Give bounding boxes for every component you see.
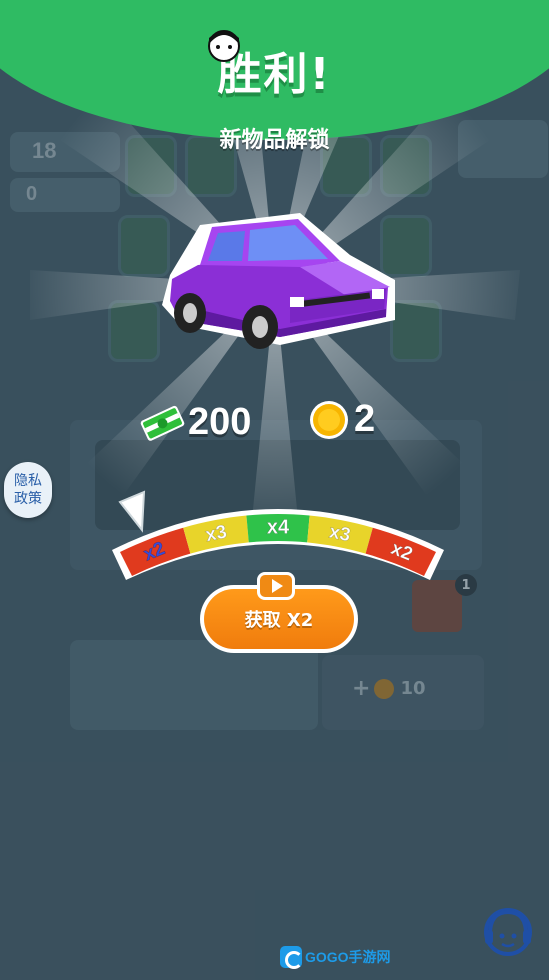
multiplier-pointer bbox=[118, 490, 146, 533]
avatar-icon bbox=[208, 30, 240, 62]
customer-support-icon[interactable] bbox=[480, 904, 536, 964]
watermark-logo-icon bbox=[280, 946, 303, 969]
privacy-policy-button[interactable]: 隐私政策 bbox=[4, 462, 52, 518]
game-screen: 18 0 1 + 10 胜利! 新物品解锁 200 2 x2 x3 x4 x3 … bbox=[0, 0, 549, 980]
cash-amount: 200 bbox=[188, 400, 252, 443]
victory-title: 胜利! bbox=[217, 49, 332, 100]
cash-stack-icon bbox=[140, 405, 185, 441]
watermark-text: GOGO手游网 bbox=[305, 949, 391, 965]
unlock-subtitle: 新物品解锁 bbox=[219, 128, 330, 153]
coin-icon bbox=[310, 400, 348, 439]
multiplier-label-3: x4 bbox=[267, 517, 290, 539]
watermark: GOGO手游网 bbox=[280, 944, 391, 970]
coin-amount: 2 bbox=[354, 398, 376, 440]
coin-reward: 2 bbox=[308, 398, 375, 441]
cash-reward: 200 bbox=[138, 398, 251, 446]
multiplier-label-4: x3 bbox=[327, 522, 352, 547]
video-ad-icon bbox=[257, 572, 295, 600]
multiplier-label-2: x3 bbox=[204, 522, 229, 547]
privacy-policy-label: 隐私政策 bbox=[14, 473, 42, 507]
unlocked-car-image bbox=[162, 213, 395, 349]
